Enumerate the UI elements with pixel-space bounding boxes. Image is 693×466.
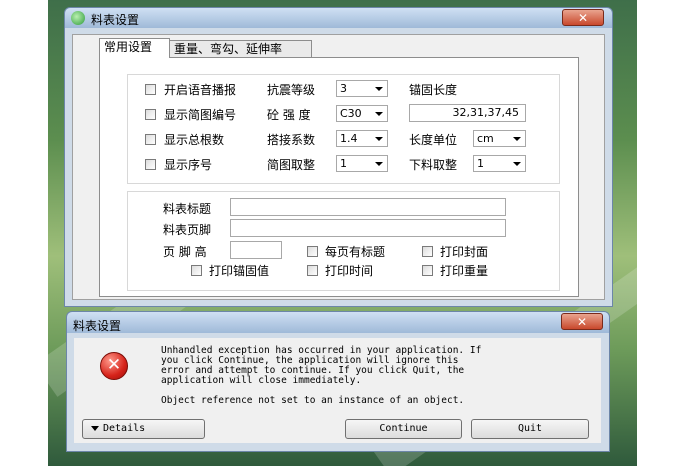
error-client-area: ✕ Unhandled exception has occurred in yo… xyxy=(74,338,601,443)
lap-value: 1.4 xyxy=(340,132,358,145)
footer-height-input[interactable] xyxy=(230,241,282,259)
print-time-checkbox[interactable] xyxy=(307,265,318,276)
error-message-text: Unhandled exception has occurred in your… xyxy=(161,345,482,386)
cut-round-value: 1 xyxy=(477,157,484,170)
details-button-label: Details xyxy=(103,423,146,434)
print-anchor-label: 打印锚固值 xyxy=(209,264,270,278)
concrete-label: 砼 强 度 xyxy=(267,108,311,122)
lap-label: 搭接系数 xyxy=(267,133,316,147)
continue-button[interactable]: Continue xyxy=(345,419,462,439)
diagram-round-label: 简图取整 xyxy=(267,158,316,172)
error-icon: ✕ xyxy=(100,352,128,380)
app-icon xyxy=(71,11,85,25)
chevron-down-icon xyxy=(375,87,383,91)
print-time-label: 打印时间 xyxy=(325,264,374,278)
chevron-down-icon xyxy=(513,137,521,141)
settings-window: 料表设置 ✕ 常用设置 重量、弯勾、延伸率 开启语音播报 抗震等级 3 锚固长度… xyxy=(64,7,613,307)
chevron-down-icon xyxy=(375,162,383,166)
concrete-value: C30 xyxy=(340,107,362,120)
tab-panel: 开启语音播报 抗震等级 3 锚固长度 显示简图编号 砼 强 度 C30 32,3… xyxy=(99,57,579,297)
chevron-down-icon xyxy=(375,137,383,141)
error-dialog: 料表设置 ✕ ✕ Unhandled exception has occurre… xyxy=(66,311,610,452)
show-diagram-no-label: 显示简图编号 xyxy=(164,108,237,122)
error-titlebar[interactable]: 料表设置 ✕ xyxy=(66,311,610,334)
footer-height-label: 页 脚 高 xyxy=(163,245,207,259)
title-each-page-label: 每页有标题 xyxy=(325,245,386,259)
show-total-roots-checkbox[interactable] xyxy=(145,134,156,145)
basic-options-group: 开启语音播报 抗震等级 3 锚固长度 显示简图编号 砼 强 度 C30 32,3… xyxy=(127,74,560,184)
print-cover-label: 打印封面 xyxy=(440,245,489,259)
close-button[interactable]: ✕ xyxy=(561,313,603,330)
seismic-label: 抗震等级 xyxy=(267,83,316,97)
show-diagram-no-checkbox[interactable] xyxy=(145,109,156,120)
tab-common-settings[interactable]: 常用设置 xyxy=(99,38,170,58)
cut-round-label: 下料取整 xyxy=(409,158,458,172)
concrete-combo[interactable]: C30 xyxy=(336,105,388,122)
diagram-round-value: 1 xyxy=(340,157,347,170)
show-seq-checkbox[interactable] xyxy=(145,159,156,170)
close-button[interactable]: ✕ xyxy=(562,9,604,26)
window-frame: 常用设置 重量、弯勾、延伸率 开启语音播报 抗震等级 3 锚固长度 显示简图编号… xyxy=(64,28,613,307)
sheet-footer-label: 料表页脚 xyxy=(163,223,212,237)
voice-label: 开启语音播报 xyxy=(164,83,237,97)
anchor-input[interactable]: 32,31,37,45 xyxy=(409,104,526,122)
chevron-down-icon xyxy=(513,162,521,166)
sheet-title-label: 料表标题 xyxy=(163,202,212,216)
print-weight-checkbox[interactable] xyxy=(422,265,433,276)
print-cover-checkbox[interactable] xyxy=(422,246,433,257)
lap-combo[interactable]: 1.4 xyxy=(336,130,388,147)
unit-label: 长度单位 xyxy=(409,133,458,147)
unit-combo[interactable]: cm xyxy=(473,130,526,147)
voice-checkbox[interactable] xyxy=(145,84,156,95)
print-anchor-checkbox[interactable] xyxy=(191,265,202,276)
seismic-combo[interactable]: 3 xyxy=(336,80,388,97)
sheet-footer-input[interactable] xyxy=(230,219,506,237)
settings-titlebar[interactable]: 料表设置 ✕ xyxy=(64,7,613,29)
unit-value: cm xyxy=(477,132,494,145)
sheet-title-input[interactable] xyxy=(230,198,506,216)
show-seq-label: 显示序号 xyxy=(164,158,213,172)
print-options-group: 料表标题 料表页脚 页 脚 高 每页有标题 打印封面 打印锚固值 打印时间 打印… xyxy=(127,191,560,291)
anchor-label: 锚固长度 xyxy=(409,83,458,97)
window-title: 料表设置 xyxy=(91,13,140,27)
client-area: 常用设置 重量、弯勾、延伸率 开启语音播报 抗震等级 3 锚固长度 显示简图编号… xyxy=(72,34,605,300)
error-detail-text: Object reference not set to an instance … xyxy=(161,395,465,406)
error-dialog-title: 料表设置 xyxy=(73,319,122,333)
diagram-round-combo[interactable]: 1 xyxy=(336,155,388,172)
details-button[interactable]: Details xyxy=(82,419,205,439)
chevron-down-icon xyxy=(91,425,99,431)
cut-round-combo[interactable]: 1 xyxy=(473,155,526,172)
error-message: Unhandled exception has occurred in your… xyxy=(161,346,591,406)
print-weight-label: 打印重量 xyxy=(440,264,489,278)
quit-button[interactable]: Quit xyxy=(471,419,589,439)
chevron-down-icon xyxy=(375,112,383,116)
title-each-page-checkbox[interactable] xyxy=(307,246,318,257)
tab-weight-hook-elongation[interactable]: 重量、弯勾、延伸率 xyxy=(169,40,312,58)
show-total-roots-label: 显示总根数 xyxy=(164,133,225,147)
seismic-value: 3 xyxy=(340,82,347,95)
